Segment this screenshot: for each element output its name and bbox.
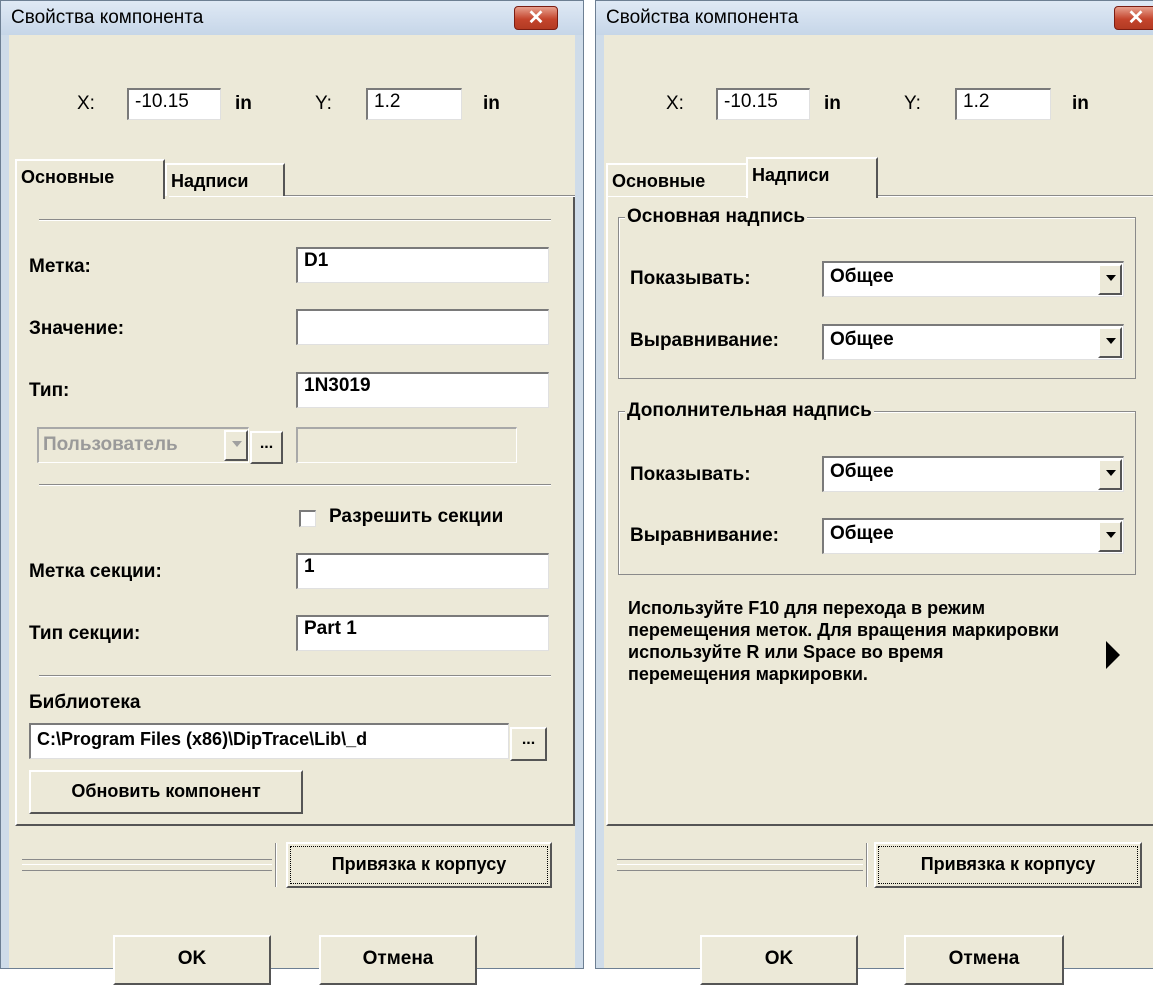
right-dialog: Свойства компонента ✕ X: -10.15 in Y: 1.… (595, 0, 1153, 985)
tab-labels[interactable]: Надписи (165, 163, 285, 196)
close-icon: ✕ (1127, 7, 1145, 29)
separator (22, 859, 272, 871)
type-input[interactable]: 1N3019 (296, 372, 549, 408)
separator (275, 843, 277, 887)
left-dialog: Свойства компонента ✕ X: -10.15 in Y: 1.… (0, 0, 584, 985)
chevron-down-icon[interactable] (1098, 327, 1122, 358)
divider (39, 675, 551, 677)
custom-browse-button[interactable]: ... (250, 431, 283, 464)
separator (866, 843, 868, 887)
separator (617, 859, 863, 871)
section-type-input[interactable]: Part 1 (296, 615, 549, 651)
tab-main[interactable]: Основные (606, 163, 746, 196)
custom-select: Пользователь (37, 427, 249, 463)
library-label: Библиотека (29, 692, 141, 713)
tab-main[interactable]: Основные (15, 159, 165, 199)
title-bar[interactable]: Свойства компонента ✕ (596, 1, 1153, 35)
dialog-client: X: -10.15 in Y: 1.2 in Основные Надписи … (9, 35, 575, 985)
ok-button[interactable]: OK (113, 935, 271, 985)
type-label: Тип: (29, 380, 70, 401)
y-unit: in (1072, 93, 1089, 114)
y-input[interactable]: 1.2 (955, 88, 1051, 120)
main-show-select[interactable]: Общее (822, 261, 1124, 297)
label-input[interactable]: D1 (296, 247, 549, 283)
x-label: X: (77, 93, 95, 114)
title-bar[interactable]: Свойства компонента ✕ (1, 1, 583, 35)
chevron-down-icon[interactable] (1098, 264, 1122, 295)
y-label: Y: (904, 93, 921, 114)
align-label: Выравнивание: (630, 525, 780, 546)
select-value: Общее (830, 329, 894, 350)
cancel-button[interactable]: Отмена (904, 935, 1064, 985)
y-input[interactable]: 1.2 (366, 88, 462, 120)
dialog-client: X: -10.15 in Y: 1.2 in Основные Надписи … (604, 35, 1153, 985)
select-value: Общее (830, 461, 894, 482)
allow-sections-label[interactable]: Разрешить секции (329, 506, 503, 528)
extra-show-select[interactable]: Общее (822, 456, 1124, 492)
update-component-button[interactable]: Обновить компонент (29, 770, 303, 814)
play-arrow-icon[interactable] (1106, 641, 1120, 669)
window-title: Свойства компонента (11, 7, 204, 28)
select-value: Общее (830, 266, 894, 287)
close-icon: ✕ (527, 7, 545, 29)
x-input[interactable]: -10.15 (127, 88, 221, 120)
section-label-input[interactable]: 1 (296, 553, 549, 589)
custom-select-text: Пользователь (43, 434, 178, 455)
library-input[interactable]: C:\Program Files (x86)\DipTrace\Lib\_d (29, 723, 509, 759)
show-label: Показывать: (630, 268, 751, 289)
attach-to-package-button[interactable]: Привязка к корпусу (874, 842, 1142, 888)
group-title: Основная надпись (625, 206, 808, 228)
hint-text: Используйте F10 для перехода в режим пер… (628, 598, 1060, 684)
x-unit: in (824, 93, 841, 114)
window-title: Свойства компонента (606, 7, 799, 28)
value-label: Значение: (29, 318, 125, 339)
library-browse-button[interactable]: ... (510, 727, 547, 761)
y-label: Y: (315, 93, 332, 114)
tab-labels[interactable]: Надписи (746, 157, 878, 198)
chevron-down-icon[interactable] (1098, 521, 1122, 552)
label-label: Метка: (29, 256, 91, 277)
section-label-label: Метка секции: (29, 561, 162, 582)
close-button[interactable]: ✕ (514, 6, 558, 30)
divider (39, 484, 551, 486)
chevron-down-icon[interactable] (1098, 459, 1122, 490)
tab-strip-line (878, 195, 1153, 197)
value-input[interactable] (296, 309, 549, 345)
custom-input (296, 427, 517, 463)
show-label: Показывать: (630, 464, 751, 485)
align-label: Выравнивание: (630, 330, 780, 351)
main-align-select[interactable]: Общее (822, 324, 1124, 360)
close-button[interactable]: ✕ (1114, 6, 1153, 30)
y-unit: in (483, 93, 500, 114)
section-type-label: Тип секции: (29, 623, 141, 644)
x-label: X: (666, 93, 684, 114)
divider (39, 219, 551, 221)
attach-to-package-button[interactable]: Привязка к корпусу (286, 842, 552, 888)
group-title: Дополнительная надпись (625, 400, 874, 422)
extra-align-select[interactable]: Общее (822, 518, 1124, 554)
x-unit: in (235, 93, 252, 114)
x-input[interactable]: -10.15 (716, 88, 810, 120)
ok-button[interactable]: OK (700, 935, 858, 985)
select-value: Общее (830, 523, 894, 544)
allow-sections-checkbox[interactable] (299, 510, 316, 527)
chevron-down-icon (224, 430, 248, 461)
cancel-button[interactable]: Отмена (319, 935, 477, 985)
